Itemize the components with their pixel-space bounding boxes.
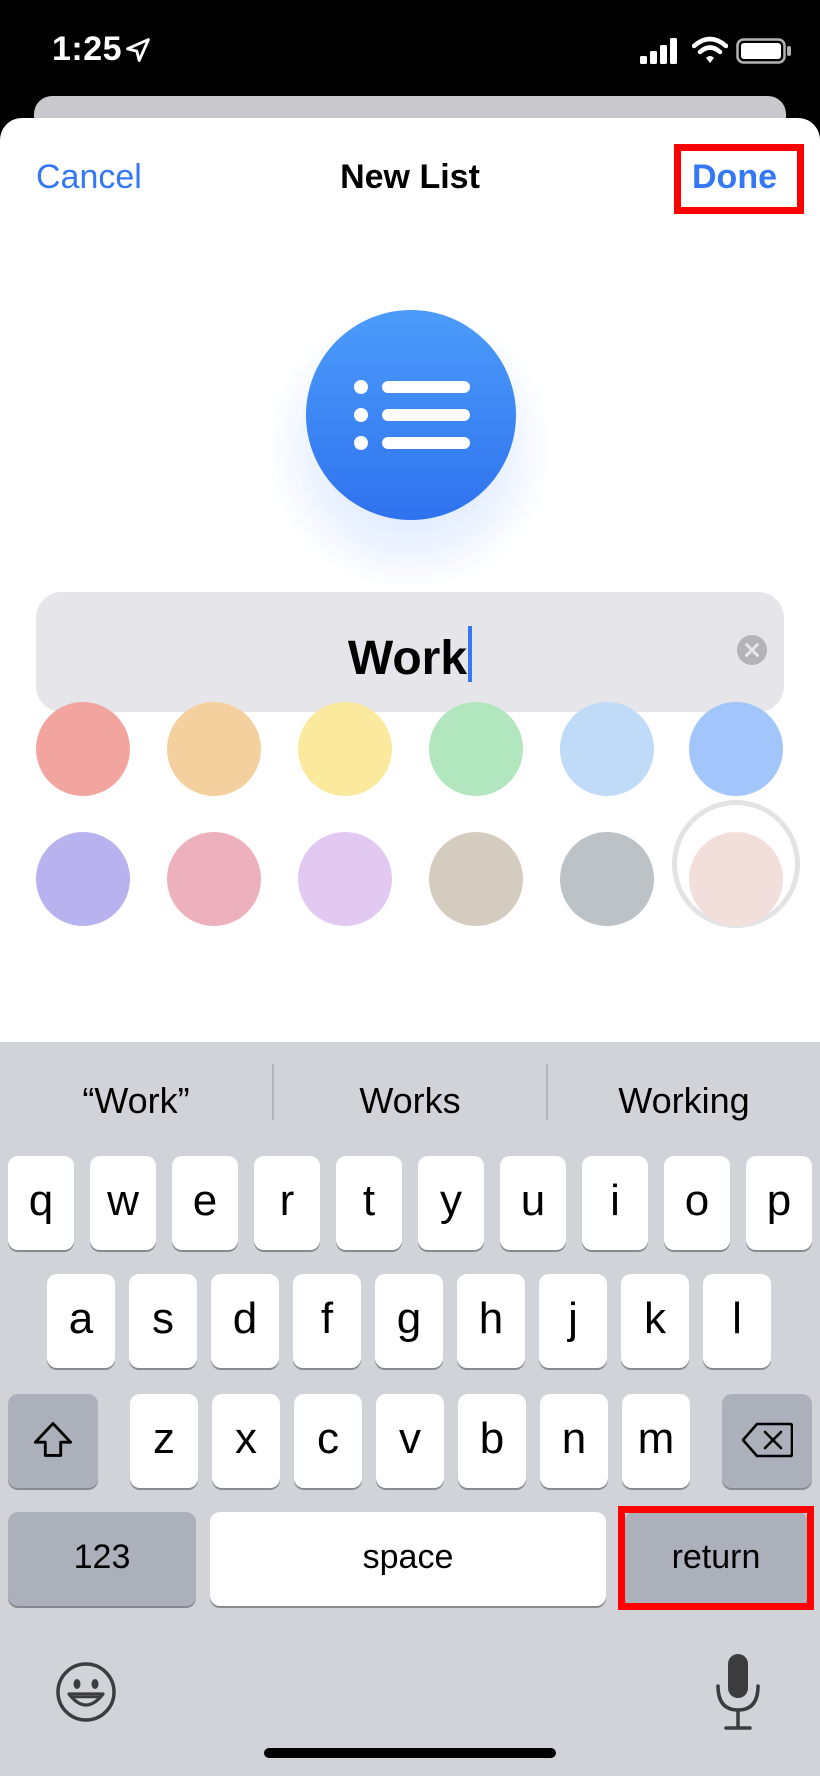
done-button[interactable]: Done (692, 158, 777, 197)
key-f[interactable]: f (293, 1274, 361, 1368)
return-highlight-box (618, 1506, 814, 1610)
key-y[interactable]: y (418, 1156, 484, 1250)
color-swatch[interactable] (167, 702, 261, 796)
color-swatch[interactable] (36, 702, 130, 796)
key-m[interactable]: m (622, 1394, 690, 1488)
key-h[interactable]: h (457, 1274, 525, 1368)
location-arrow-icon (126, 38, 150, 62)
key-w[interactable]: w (90, 1156, 156, 1250)
key-r[interactable]: r (254, 1156, 320, 1250)
key-s[interactable]: s (129, 1274, 197, 1368)
key-p[interactable]: p (746, 1156, 812, 1250)
key-k[interactable]: k (621, 1274, 689, 1368)
text-cursor (468, 626, 473, 682)
emoji-icon[interactable] (54, 1660, 118, 1724)
color-swatch[interactable] (429, 832, 523, 926)
status-time: 1:25 (52, 30, 123, 68)
key-l[interactable]: l (703, 1274, 771, 1368)
home-indicator (264, 1748, 556, 1758)
key-x[interactable]: x (212, 1394, 280, 1488)
numbers-key[interactable]: 123 (8, 1512, 196, 1606)
key-v[interactable]: v (376, 1394, 444, 1488)
color-swatch[interactable] (560, 702, 654, 796)
key-g[interactable]: g (375, 1274, 443, 1368)
color-swatch[interactable] (36, 832, 130, 926)
list-bullet-icon (354, 380, 470, 450)
delete-key[interactable] (722, 1394, 812, 1488)
color-swatch[interactable] (429, 702, 523, 796)
key-t[interactable]: t (336, 1156, 402, 1250)
list-name-field[interactable]: Work (36, 592, 784, 712)
color-swatch[interactable] (167, 832, 261, 926)
shift-arrow-icon (33, 1422, 73, 1457)
key-d[interactable]: d (211, 1274, 279, 1368)
key-i[interactable]: i (582, 1156, 648, 1250)
key-z[interactable]: z (130, 1394, 198, 1488)
key-q[interactable]: q (8, 1156, 74, 1250)
key-u[interactable]: u (500, 1156, 566, 1250)
wifi-icon (692, 36, 728, 63)
battery-icon (736, 38, 791, 64)
suggestion-quoted[interactable]: “Work” (0, 1080, 272, 1140)
color-swatch[interactable] (560, 832, 654, 926)
suggestion-works[interactable]: Works (274, 1080, 546, 1140)
list-icon-circle (306, 310, 516, 520)
key-o[interactable]: o (664, 1156, 730, 1250)
key-n[interactable]: n (540, 1394, 608, 1488)
color-swatch[interactable] (298, 832, 392, 926)
color-swatch[interactable] (298, 702, 392, 796)
color-swatch-selected[interactable] (689, 702, 783, 796)
key-b[interactable]: b (458, 1394, 526, 1488)
status-bar: 1:25 (0, 0, 820, 100)
key-j[interactable]: j (539, 1274, 607, 1368)
key-e[interactable]: e (172, 1156, 238, 1250)
color-swatch[interactable] (689, 832, 783, 926)
cellular-signal-icon (640, 38, 677, 64)
backspace-icon (741, 1422, 794, 1458)
microphone-icon[interactable] (714, 1652, 762, 1732)
clear-text-icon[interactable] (736, 634, 768, 666)
space-key[interactable]: space (210, 1512, 606, 1606)
suggestion-working[interactable]: Working (548, 1080, 820, 1140)
list-name-input[interactable]: Work (348, 632, 467, 685)
shift-key[interactable] (8, 1394, 98, 1488)
key-c[interactable]: c (294, 1394, 362, 1488)
key-a[interactable]: a (47, 1274, 115, 1368)
